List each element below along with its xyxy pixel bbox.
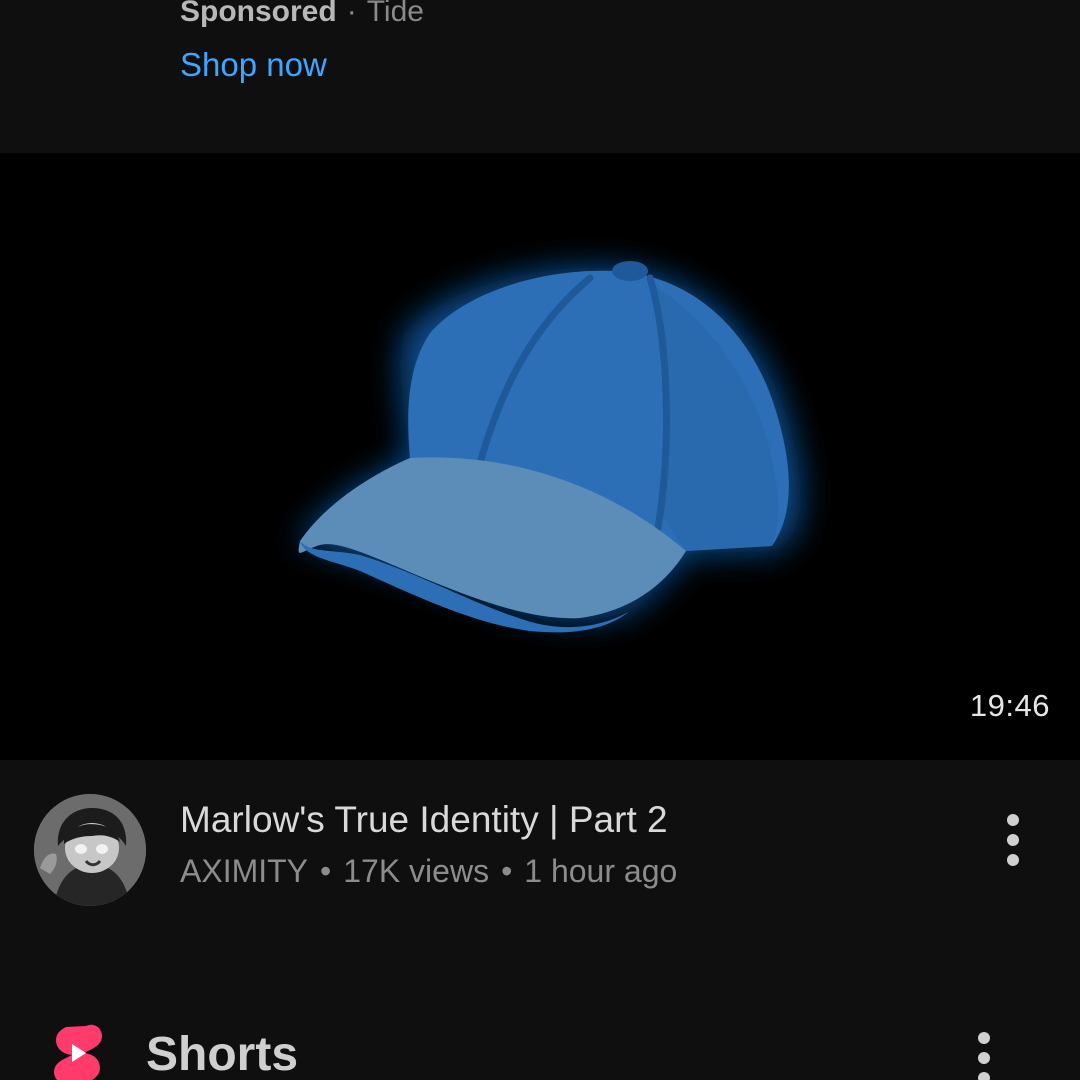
video-duration: 19:46 (969, 688, 1050, 723)
channel-avatar[interactable] (34, 794, 146, 906)
channel-name[interactable]: AXIMITY (180, 853, 308, 889)
more-vert-icon-dot (978, 1052, 990, 1064)
shorts-logo-icon (54, 1024, 102, 1080)
shop-now-link[interactable]: Shop now (180, 44, 327, 86)
shorts-more-button[interactable] (964, 1026, 1004, 1080)
avatar-image (34, 794, 146, 906)
more-vert-icon-dot (1007, 834, 1019, 846)
sponsored-ad[interactable]: Sponsored · Tide Shop now (0, 0, 1080, 152)
shorts-section-title: Shorts (146, 1028, 299, 1080)
separator-dot: • (320, 853, 332, 889)
separator-dot: • (501, 853, 513, 889)
advertiser-name: Tide (366, 0, 424, 28)
baseball-cap-icon (293, 261, 802, 633)
more-vert-icon (1007, 814, 1019, 826)
youtube-feed: Sponsored · Tide Shop now 19:46 Marlow's… (0, 0, 1080, 1080)
sponsored-label: Sponsored (180, 0, 337, 28)
video-thumbnail[interactable]: 19:46 (0, 153, 1080, 760)
separator-dot: · (346, 0, 357, 28)
view-count: 17K views (343, 853, 490, 889)
video-more-button[interactable] (993, 808, 1033, 872)
more-vert-icon (978, 1032, 990, 1044)
upload-age: 1 hour ago (524, 853, 678, 889)
ad-meta: Sponsored · Tide (180, 0, 424, 32)
more-vert-icon-dot (1007, 854, 1019, 866)
video-meta: AXIMITY • 17K views • 1 hour ago (180, 851, 677, 891)
more-vert-icon-dot (978, 1072, 990, 1080)
video-title[interactable]: Marlow's True Identity | Part 2 (180, 798, 668, 842)
